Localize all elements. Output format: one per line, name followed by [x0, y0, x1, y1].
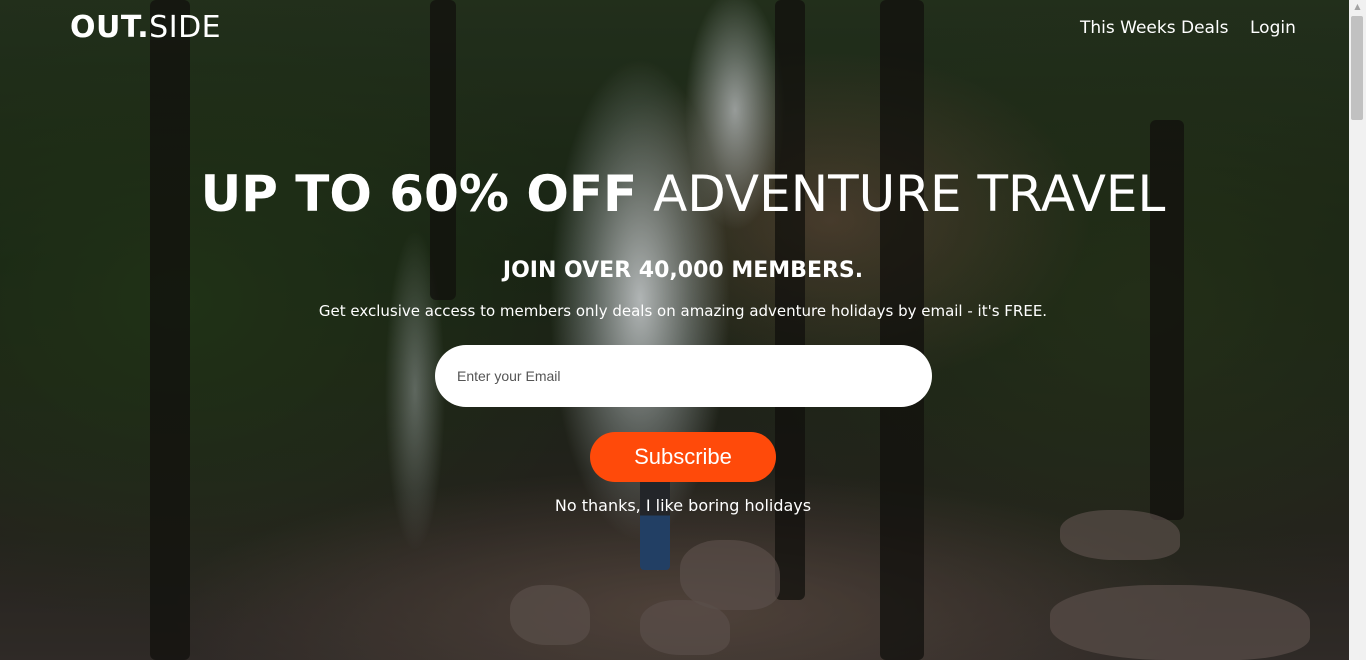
logo-light-part: SIDE	[149, 10, 222, 45]
hero-tagline: Get exclusive access to members only dea…	[318, 302, 1048, 320]
hero-subhead: JOIN OVER 40,000 MEMBERS.	[502, 258, 864, 283]
subscribe-button[interactable]: Subscribe	[590, 432, 776, 482]
top-navbar: OUT.SIDE This Weeks Deals Login	[0, 0, 1349, 58]
no-thanks-container: No thanks, I like boring holidays	[0, 496, 1349, 515]
nav-this-weeks-deals-link[interactable]: This Weeks Deals	[1080, 18, 1229, 38]
headline-light-part: ADVENTURE TRAVEL	[653, 165, 1166, 223]
hero-dark-overlay	[0, 0, 1349, 660]
page-viewport: OUT.SIDE This Weeks Deals Login UP TO 60…	[0, 0, 1349, 660]
logo-bold-part: OUT.	[70, 10, 150, 45]
no-thanks-link[interactable]: No thanks, I like boring holidays	[555, 496, 811, 515]
brand-logo[interactable]: OUT.SIDE	[70, 10, 221, 45]
hero-headline: UP TO 60% OFF ADVENTURE TRAVEL	[0, 162, 1349, 226]
chevron-up-icon[interactable]: ▲	[1349, 0, 1366, 14]
headline-bold-part: UP TO 60% OFF	[200, 165, 638, 223]
page-scrollbar[interactable]: ▲	[1349, 0, 1366, 660]
email-input[interactable]	[435, 345, 932, 407]
scrollbar-thumb[interactable]	[1351, 16, 1363, 120]
nav-login-link[interactable]: Login	[1250, 18, 1296, 38]
